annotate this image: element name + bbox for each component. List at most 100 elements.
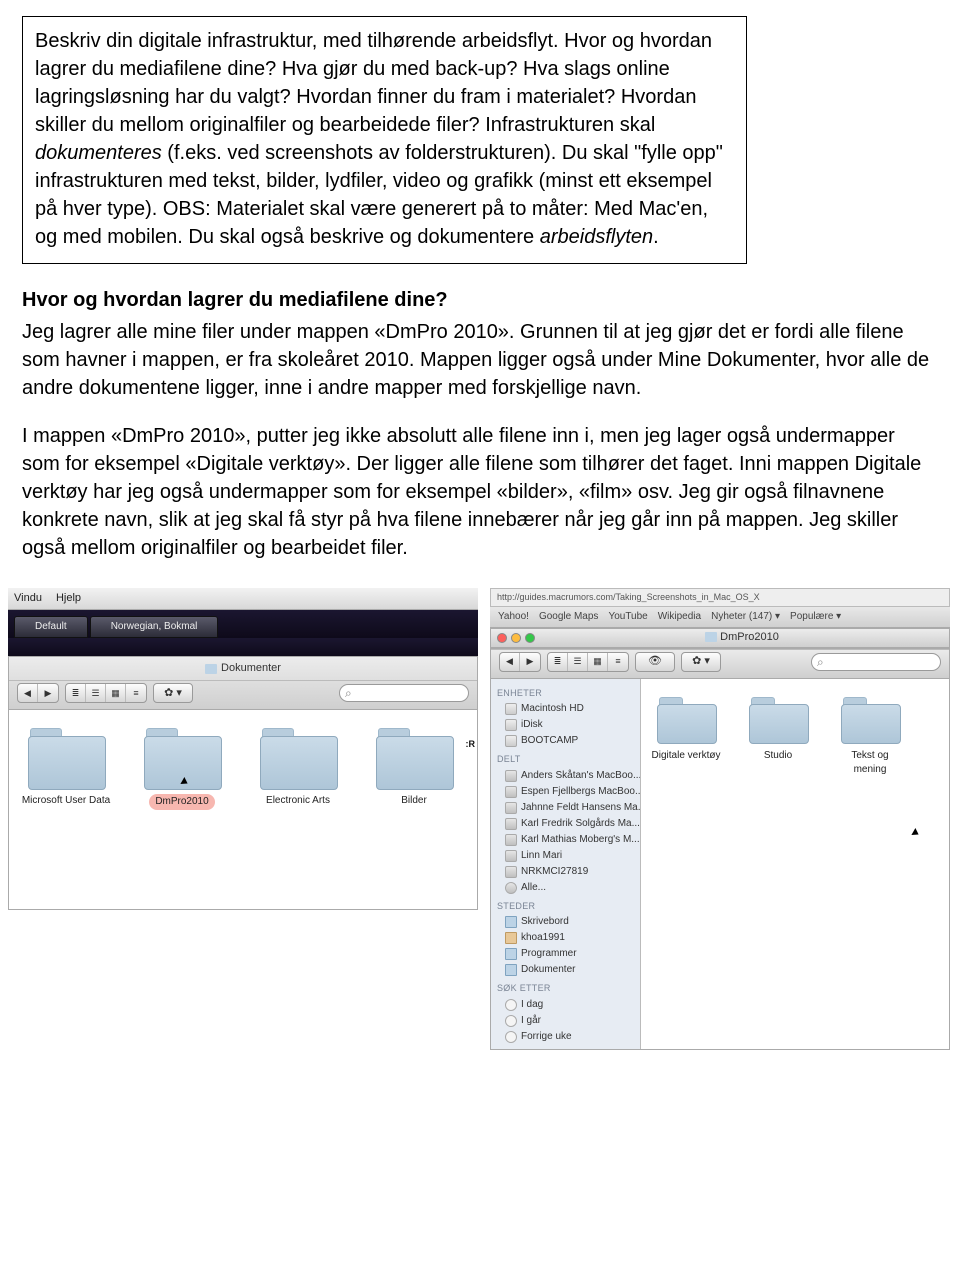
folder-icon [376, 728, 452, 788]
folder-icon [205, 664, 217, 674]
answer-1-para-1: Jeg lagrer alle mine filer under mappen … [22, 318, 938, 402]
clock-icon [505, 999, 517, 1011]
folder-label: Digitale verktøy [652, 749, 721, 763]
idisk-icon [505, 719, 517, 731]
space-tab-default[interactable]: Default [14, 616, 88, 638]
folder-item[interactable]: Microsoft User Data [19, 728, 113, 810]
action-menu[interactable]: ✿ ▾ [153, 683, 193, 703]
task-text: Beskriv din digitale infrastruktur, med … [35, 30, 712, 136]
bookmark[interactable]: Nyheter (147) ▾ [711, 610, 780, 624]
menu-item-help[interactable]: Hjelp [56, 591, 81, 606]
apps-icon [505, 948, 517, 960]
sidebar-item[interactable]: iDisk [491, 717, 640, 733]
folder-label: Studio [764, 749, 792, 763]
window-title: DmPro2010 [720, 631, 779, 643]
folder-item[interactable]: Electronic Arts [251, 728, 345, 810]
globe-icon [505, 882, 517, 894]
sidebar-item[interactable]: BOOTCAMP [491, 733, 640, 749]
answer-1-para-2: I mappen «DmPro 2010», putter jeg ikke a… [22, 422, 938, 562]
folder-item[interactable]: Tekst og mening [835, 697, 905, 777]
bookmark[interactable]: Wikipedia [658, 610, 701, 624]
disk-icon [505, 703, 517, 715]
computer-icon [505, 770, 517, 782]
finder-sidebar: ENHETER Macintosh HD iDisk BOOTCAMP DELT… [491, 679, 641, 1049]
bookmark[interactable]: Google Maps [539, 610, 598, 624]
nav-back-forward[interactable]: ◀▶ [17, 683, 59, 703]
folder-label: Bilder [401, 794, 427, 808]
folder-item-selected[interactable]: DmPro2010 [135, 728, 229, 810]
cursor-icon [911, 828, 920, 838]
window-title: Dokumenter [221, 661, 281, 676]
sidebar-group-devices: ENHETER [491, 683, 640, 702]
disk-icon [505, 735, 517, 747]
minimize-icon[interactable] [511, 633, 521, 643]
sidebar-item[interactable]: Anders Skåtan's MacBoo... [491, 768, 640, 784]
menu-item-window[interactable]: Vindu [14, 591, 42, 606]
sidebar-item[interactable]: Skrivebord [491, 914, 640, 930]
task-text-c: . [653, 226, 659, 248]
sidebar-item[interactable]: I dag [491, 997, 640, 1013]
space-tab-norwegian[interactable]: Norwegian, Bokmal [90, 616, 219, 638]
folder-label: Microsoft User Data [22, 794, 110, 808]
sidebar-group-search: SØK ETTER [491, 978, 640, 997]
computer-icon [505, 866, 517, 878]
sidebar-item[interactable]: khoa1991 [491, 930, 640, 946]
computer-icon [505, 802, 517, 814]
bookmark[interactable]: Yahoo! [498, 610, 529, 624]
sidebar-item[interactable]: Macintosh HD [491, 701, 640, 717]
sidebar-item-all[interactable]: Alle... [491, 880, 640, 896]
folder-icon [260, 728, 336, 788]
folder-icon [749, 697, 807, 743]
computer-icon [505, 850, 517, 862]
view-switcher[interactable]: ≣☰▦≡ [547, 652, 629, 672]
search-input[interactable] [811, 653, 941, 671]
cropped-text: :R [466, 738, 476, 751]
browser-url-bar[interactable]: http://guides.macrumors.com/Taking_Scree… [490, 588, 950, 607]
task-italic-1: dokumenteres [35, 142, 162, 164]
browser-bookmarks-bar: Yahoo! Google Maps YouTube Wikipedia Nyh… [490, 607, 950, 628]
sidebar-item[interactable]: Espen Fjellbergs MacBoo... [491, 784, 640, 800]
nav-back-forward[interactable]: ◀▶ [499, 652, 541, 672]
action-menu[interactable]: ✿ ▾ [681, 652, 721, 672]
sidebar-group-shared: DELT [491, 749, 640, 768]
view-switcher[interactable]: ≣☰▦≡ [65, 683, 147, 703]
folder-item[interactable]: Studio [743, 697, 813, 777]
folder-label: DmPro2010 [149, 794, 214, 810]
sidebar-item[interactable]: Karl Mathias Moberg's M... [491, 832, 640, 848]
task-italic-2: arbeidsflyten [540, 226, 653, 248]
sidebar-group-places: STEDER [491, 896, 640, 915]
folder-label: Tekst og mening [835, 749, 905, 777]
sidebar-item[interactable]: Programmer [491, 946, 640, 962]
quicklook-icon[interactable]: 👁 [635, 652, 675, 672]
sidebar-item[interactable]: I går [491, 1013, 640, 1029]
desktop-icon [505, 916, 517, 928]
computer-icon [505, 786, 517, 798]
zoom-icon[interactable] [525, 633, 535, 643]
folder-item[interactable]: Bilder [367, 728, 461, 810]
folder-icon [657, 697, 715, 743]
folder-icon [705, 632, 717, 642]
bookmark[interactable]: YouTube [608, 610, 647, 624]
window-traffic-lights[interactable] [491, 629, 541, 647]
sidebar-item[interactable]: Karl Fredrik Solgårds Ma... [491, 816, 640, 832]
sidebar-item[interactable]: Jahnne Feldt Hansens Ma... [491, 800, 640, 816]
finder-window: Dokumenter ◀▶ ≣☰▦≡ ✿ ▾ [8, 656, 478, 710]
clock-icon [505, 1015, 517, 1027]
folder-icon [841, 697, 899, 743]
folder-item[interactable]: Digitale verktøy [651, 697, 721, 777]
task-description-box: Beskriv din digitale infrastruktur, med … [22, 16, 747, 264]
search-input[interactable] [339, 684, 469, 702]
spaces-tabs: Default Norwegian, Bokmal [8, 610, 478, 638]
sidebar-item[interactable]: NRKMCI27819 [491, 864, 640, 880]
close-icon[interactable] [497, 633, 507, 643]
screenshot-left: Vindu Hjelp Default Norwegian, Bokmal Do… [8, 588, 478, 1050]
clock-icon [505, 1031, 517, 1043]
question-1: Hvor og hvordan lagrer du mediafilene di… [22, 286, 938, 314]
folder-label: Electronic Arts [266, 794, 330, 808]
bookmark[interactable]: Populære ▾ [790, 610, 841, 624]
mac-menu-bar: Vindu Hjelp [8, 588, 478, 610]
sidebar-item[interactable]: Linn Mari [491, 848, 640, 864]
documents-icon [505, 964, 517, 976]
sidebar-item[interactable]: Forrige uke [491, 1029, 640, 1045]
sidebar-item[interactable]: Dokumenter [491, 962, 640, 978]
